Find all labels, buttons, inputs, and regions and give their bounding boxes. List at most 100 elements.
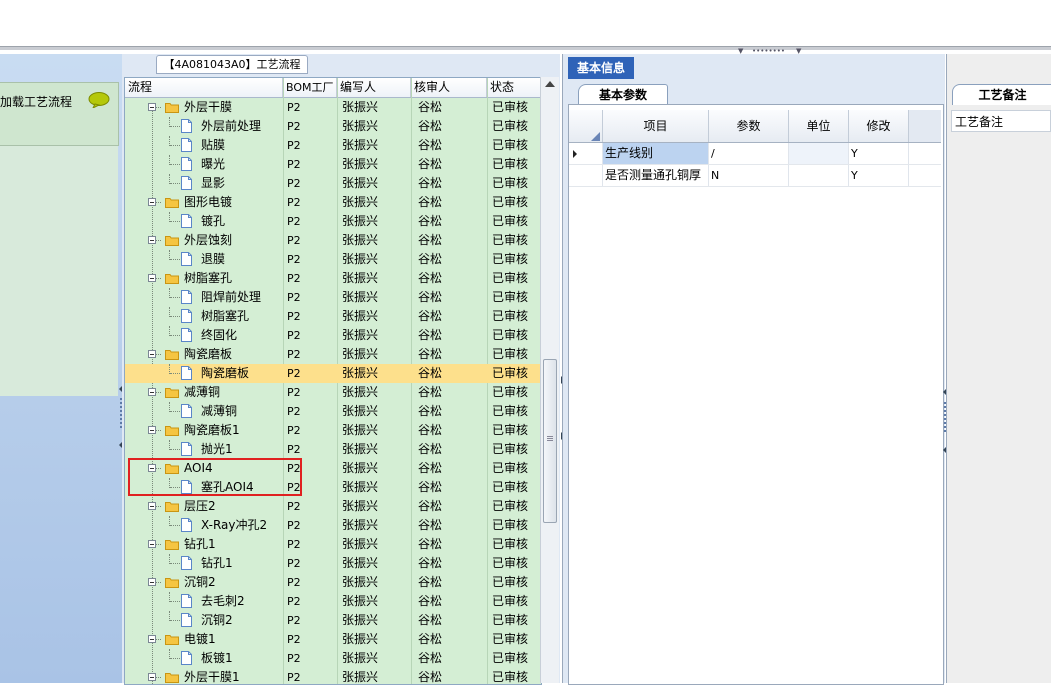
tree-step-row[interactable]: 板镀1 P2 张振兴 谷松 已审核 [125,649,541,668]
status-cell: 已审核 [492,309,529,323]
tree-step-row[interactable]: 陶瓷磨板 P2 张振兴 谷松 已审核 [125,364,541,383]
tree-step-row[interactable]: 外层前处理 P2 张振兴 谷松 已审核 [125,117,541,136]
tree-step-row[interactable]: 去毛刺2 P2 张振兴 谷松 已审核 [125,592,541,611]
tree-step-row[interactable]: 曝光 P2 张振兴 谷松 已审核 [125,155,541,174]
tree-step-row[interactable]: 退膜 P2 张振兴 谷松 已审核 [125,250,541,269]
param-unit-cell[interactable] [789,143,849,164]
tree-folder-row[interactable]: 电镀1 P2 张振兴 谷松 已审核 [125,630,541,649]
tab-process-remark[interactable]: 工艺备注 [952,84,1051,105]
tree-step-row[interactable]: X-Ray冲孔2 P2 张振兴 谷松 已审核 [125,516,541,535]
tree-folder-row[interactable]: 外层干膜 P2 张振兴 谷松 已审核 [125,98,541,117]
col-header-item[interactable]: 项目 [603,110,709,142]
process-flow-grid[interactable]: 流程 BOM工厂 编写人 核审人 状态 外层干膜 P2 张振兴 谷松 已审核 外层前处理 P… [124,77,542,685]
writer-cell: 张振兴 [342,404,379,418]
param-value-cell[interactable]: N [709,165,789,186]
tree-folder-row[interactable]: 树脂塞孔 P2 张振兴 谷松 已审核 [125,269,541,288]
tree-step-row[interactable]: 树脂塞孔 P2 张振兴 谷松 已审核 [125,307,541,326]
bom-factory-cell: P2 [287,139,301,152]
collapse-toggle-icon[interactable] [148,388,156,396]
document-icon [181,176,192,190]
bom-factory-cell: P2 [287,671,301,684]
col-header-flow[interactable]: 流程 [125,78,283,97]
vertical-scrollbar[interactable] [540,77,559,683]
bom-factory-cell: P2 [287,595,301,608]
collapse-toggle-icon[interactable] [148,540,156,548]
collapse-toggle-icon[interactable] [148,578,156,586]
collapse-toggle-icon[interactable] [148,103,156,111]
param-unit-cell[interactable] [789,165,849,186]
tree-step-row[interactable]: 抛光1 P2 张振兴 谷松 已审核 [125,440,541,459]
tree-step-row[interactable]: 阻焊前处理 P2 张振兴 谷松 已审核 [125,288,541,307]
col-header-bom[interactable]: BOM工厂 [283,78,337,97]
tree-step-row[interactable]: 钻孔1 P2 张振兴 谷松 已审核 [125,554,541,573]
tree-folder-row[interactable]: 层压2 P2 张振兴 谷松 已审核 [125,497,541,516]
row-indicator-cell[interactable] [569,165,603,186]
row-indicator-cell[interactable] [569,143,603,164]
tree-folder-row[interactable]: 图形电镀 P2 张振兴 谷松 已审核 [125,193,541,212]
collapse-toggle-icon[interactable] [148,274,156,282]
tree-folder-row[interactable]: 减薄铜 P2 张振兴 谷松 已审核 [125,383,541,402]
tree-step-row[interactable]: 终固化 P2 张振兴 谷松 已审核 [125,326,541,345]
col-header-param[interactable]: 参数 [709,110,789,142]
tree-node-label: 减薄铜 [184,385,221,399]
tree-node-label: 层压2 [184,499,216,513]
col-header-unit[interactable]: 单位 [789,110,849,142]
tab-basic-info[interactable]: 基本信息 [568,57,634,79]
scroll-up-icon[interactable] [545,81,555,87]
grip-icon [547,436,553,437]
tree-folder-row[interactable]: 外层干膜1 P2 张振兴 谷松 已审核 [125,668,541,684]
tree-step-row[interactable]: 沉铜2 P2 张振兴 谷松 已审核 [125,611,541,630]
scroll-thumb[interactable] [543,359,557,523]
tree-step-row[interactable]: 显影 P2 张振兴 谷松 已审核 [125,174,541,193]
process-remark-field[interactable]: 工艺备注 [951,110,1051,132]
load-flow-label[interactable]: 加载工艺流程 [0,93,72,110]
bom-factory-cell: P2 [287,196,301,209]
collapse-toggle-icon[interactable] [148,236,156,244]
status-cell: 已审核 [492,271,529,285]
document-icon [181,613,192,627]
param-modify-cell[interactable]: Y [849,143,909,164]
status-cell: 已审核 [492,385,529,399]
tree-node-label: 外层干膜 [184,100,233,114]
collapse-toggle-icon[interactable] [148,426,156,434]
param-row[interactable]: 生产线别 / Y [569,143,941,165]
reviewer-cell: 谷松 [418,461,443,475]
tree-folder-row[interactable]: 陶瓷磨板1 P2 张振兴 谷松 已审核 [125,421,541,440]
bom-factory-cell: P2 [287,272,301,285]
bom-factory-cell: P2 [287,329,301,342]
tree-node-label: 陶瓷磨板1 [184,423,240,437]
tree-folder-row[interactable]: 外层蚀刻 P2 张振兴 谷松 已审核 [125,231,541,250]
col-header-reviewer[interactable]: 核审人 [411,78,487,97]
status-cell: 已审核 [492,328,529,342]
writer-cell: 张振兴 [342,670,379,684]
writer-cell: 张振兴 [342,423,379,437]
col-header-modify[interactable]: 修改 [849,110,909,142]
status-cell: 已审核 [492,461,529,475]
status-cell: 已审核 [492,632,529,646]
collapse-toggle-icon[interactable] [148,635,156,643]
horizontal-splitter[interactable] [0,46,1051,50]
tree-step-row[interactable]: 减薄铜 P2 张振兴 谷松 已审核 [125,402,541,421]
param-item-cell[interactable]: 生产线别 [603,143,709,164]
param-row[interactable]: 是否测量通孔铜厚 N Y [569,165,941,187]
reviewer-cell: 谷松 [418,100,443,114]
tree-folder-row[interactable]: 陶瓷磨板 P2 张振兴 谷松 已审核 [125,345,541,364]
collapse-toggle-icon[interactable] [148,198,156,206]
tree-folder-row[interactable]: 钻孔1 P2 张振兴 谷松 已审核 [125,535,541,554]
col-header-status[interactable]: 状态 [487,78,541,97]
param-value-cell[interactable]: / [709,143,789,164]
tree-node-label: 曝光 [201,157,226,171]
load-flow-panel[interactable]: 加载工艺流程 [0,82,119,146]
tree-folder-row[interactable]: 沉铜2 P2 张振兴 谷松 已审核 [125,573,541,592]
tab-basic-params[interactable]: 基本参数 [578,84,668,105]
tree-step-row[interactable]: 镀孔 P2 张振兴 谷松 已审核 [125,212,541,231]
collapse-toggle-icon[interactable] [148,350,156,358]
col-header-writer[interactable]: 编写人 [337,78,411,97]
param-item-cell[interactable]: 是否测量通孔铜厚 [603,165,709,186]
param-modify-cell[interactable]: Y [849,165,909,186]
collapse-toggle-icon[interactable] [148,673,156,681]
tree-step-row[interactable]: 贴膜 P2 张振兴 谷松 已审核 [125,136,541,155]
speech-bubble-icon[interactable] [88,92,110,108]
collapse-toggle-icon[interactable] [148,502,156,510]
params-grid[interactable]: 项目 参数 单位 修改 生产线别 / Y 是否测量通孔铜厚 N Y [568,104,944,685]
